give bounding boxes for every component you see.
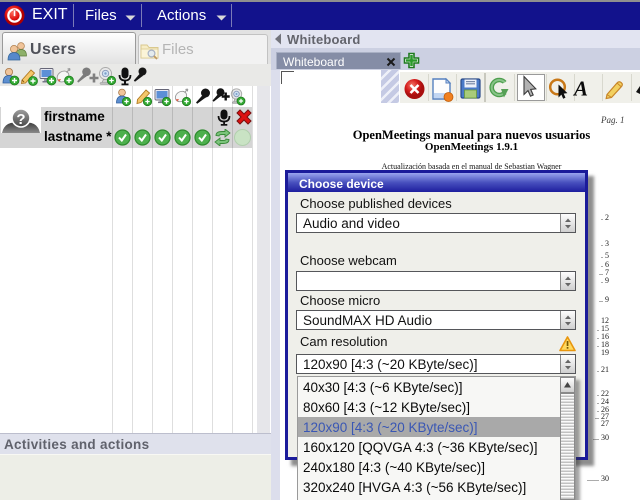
svg-text:?: ? [16,111,25,128]
svg-text:A: A [572,77,588,101]
